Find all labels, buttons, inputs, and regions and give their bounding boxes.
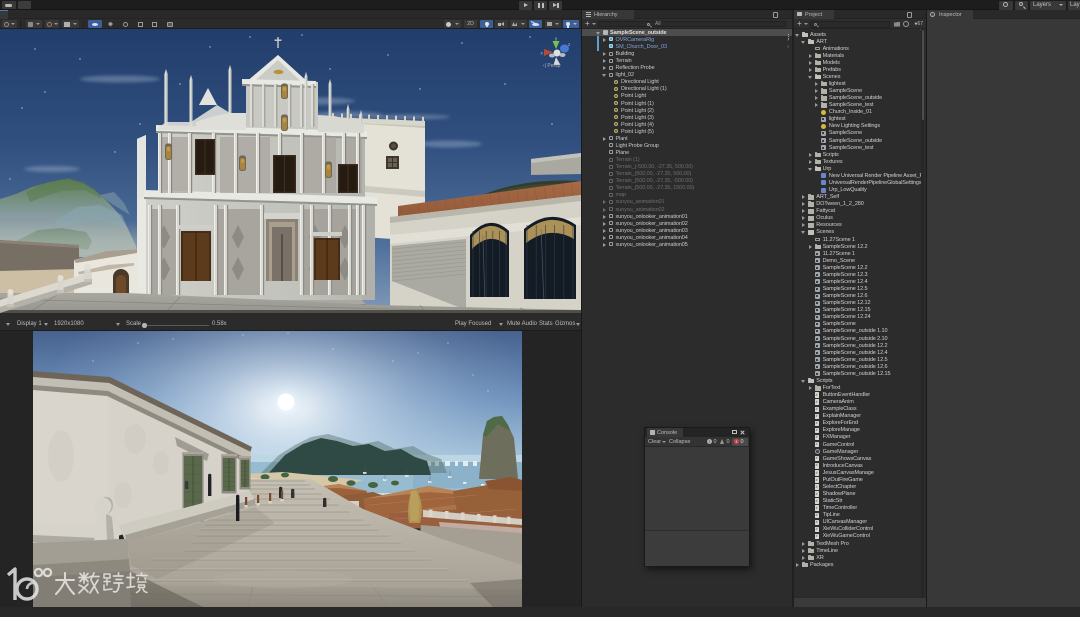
svg-text:‹| Persp: ‹| Persp — [543, 63, 561, 69]
